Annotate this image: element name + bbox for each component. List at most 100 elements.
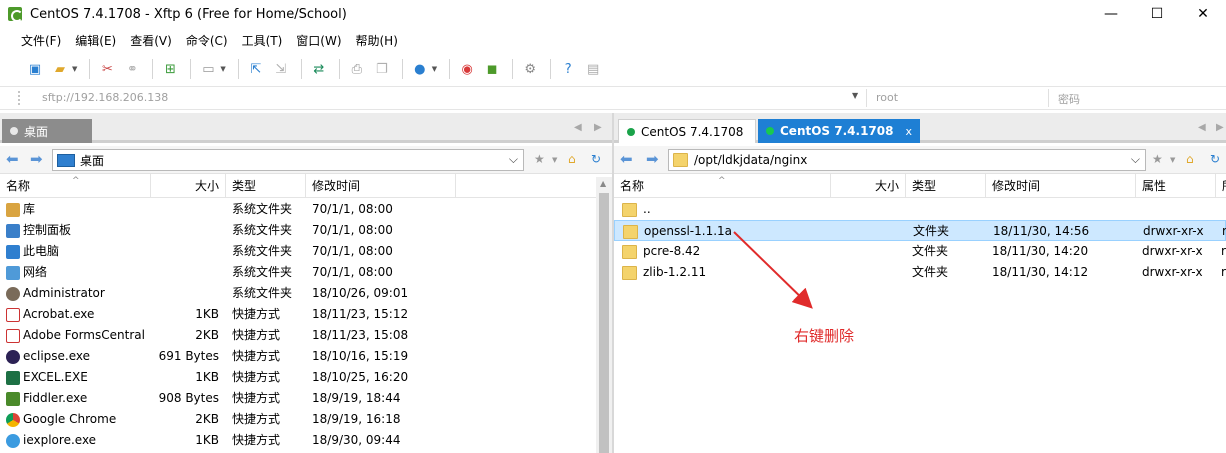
bookmark-star-icon[interactable]: ★ <box>1152 152 1163 166</box>
table-row[interactable]: pcre-8.42 文件夹 18/11/30, 14:20 drwxr-xr-x r <box>614 241 1226 262</box>
tab-scroll-right-icon[interactable]: ▶ <box>1216 122 1224 133</box>
menu-command[interactable]: 命令(C) <box>179 28 235 54</box>
table-row[interactable]: Fiddler.exe 908 Bytes 快捷方式 18/9/19, 18:44 <box>0 388 612 409</box>
column-modified[interactable]: 修改时间 <box>986 174 1136 198</box>
refresh-icon[interactable]: ↻ <box>1210 152 1220 166</box>
menu-window[interactable]: 窗口(W) <box>289 28 348 54</box>
table-row[interactable]: iexplore.exe 1KB 快捷方式 18/9/30, 09:44 <box>0 430 612 451</box>
address-separator <box>866 89 867 107</box>
column-attributes[interactable]: 属性 <box>1136 174 1216 198</box>
local-scrollbar[interactable]: ▲ <box>596 177 612 453</box>
transfer-window-icon[interactable]: ▭ <box>197 58 219 80</box>
row-size: 2KB <box>195 328 219 342</box>
path-dropdown-icon[interactable]: ⌵ <box>1131 152 1140 167</box>
bookmark-dropdown-icon[interactable]: ▼ <box>1170 156 1175 164</box>
tab-scroll-left-icon[interactable]: ◀ <box>574 122 582 133</box>
path-dropdown-icon[interactable]: ⌵ <box>509 152 518 167</box>
row-name: openssl-1.1.1a <box>623 221 828 242</box>
upload-icon[interactable]: ⇱ <box>245 58 267 80</box>
column-type[interactable]: 类型 <box>226 174 306 198</box>
network-icon <box>6 265 20 280</box>
row-modified <box>992 199 1132 220</box>
settings-gear-icon[interactable]: ⚙ <box>519 58 541 80</box>
toolbar-separator <box>449 59 451 79</box>
menu-help[interactable]: 帮助(H) <box>349 28 405 54</box>
home-folder-icon[interactable]: ⌂ <box>568 152 576 166</box>
bookmark-dropdown-icon[interactable]: ▼ <box>552 156 557 164</box>
reconnect-icon[interactable]: ⚭ <box>121 58 143 80</box>
disconnect-icon[interactable]: ✂ <box>96 58 118 80</box>
table-row[interactable]: 网络 系统文件夹 70/1/1, 08:00 <box>0 262 612 283</box>
table-row[interactable]: 此电脑 系统文件夹 70/1/1, 08:00 <box>0 241 612 262</box>
new-session-icon[interactable]: ▣ <box>24 58 46 80</box>
new-tab-icon[interactable]: ⊞ <box>159 58 181 80</box>
row-name: 库 <box>6 199 151 220</box>
close-button[interactable]: ✕ <box>1180 0 1226 28</box>
table-row[interactable]: Acrobat.exe 1KB 快捷方式 18/11/23, 15:12 <box>0 304 612 325</box>
table-row[interactable]: 控制面板 系统文件夹 70/1/1, 08:00 <box>0 220 612 241</box>
sync-icon[interactable]: ⇄ <box>308 58 330 80</box>
print-icon[interactable]: ⎙ <box>346 58 368 80</box>
table-row[interactable]: zlib-1.2.11 文件夹 18/11/30, 14:12 drwxr-xr-x r <box>614 262 1226 283</box>
table-row[interactable]: Administrator 系统文件夹 18/10/26, 09:01 <box>0 283 612 304</box>
back-arrow-icon[interactable]: ⬅ <box>6 150 19 168</box>
open-dropdown-icon[interactable]: ▼ <box>72 65 77 73</box>
table-row[interactable]: Adobe FormsCentral 2KB 快捷方式 18/11/23, 15:08 <box>0 325 612 346</box>
menu-file[interactable]: 文件(F) <box>14 28 68 54</box>
host-input[interactable]: sftp://192.168.206.138 <box>42 91 168 104</box>
column-name[interactable]: 名称 ^ <box>614 174 831 198</box>
column-size[interactable]: 大小 <box>151 174 226 198</box>
help-icon[interactable]: ? <box>557 58 579 80</box>
open-folder-icon[interactable]: ▰ <box>49 58 71 80</box>
scrollbar-thumb[interactable] <box>599 193 609 453</box>
row-type: 文件夹 <box>913 224 950 238</box>
tab-centos-1[interactable]: CentOS 7.4.1708 <box>618 119 756 143</box>
menu-view[interactable]: 查看(V) <box>123 28 179 54</box>
bookmark-star-icon[interactable]: ★ <box>534 152 545 166</box>
remote-path-input[interactable]: /opt/ldkjdata/nginx ⌵ <box>668 149 1146 171</box>
menu-tools[interactable]: 工具(T) <box>235 28 290 54</box>
chat-icon[interactable]: ▤ <box>582 58 604 80</box>
row-modified: 70/1/1, 08:00 <box>312 265 393 279</box>
scroll-up-icon[interactable]: ▲ <box>600 179 606 188</box>
tab-scroll-right-icon[interactable]: ▶ <box>594 122 602 133</box>
host-dropdown-icon[interactable]: ▼ <box>852 91 858 100</box>
ie-icon <box>6 433 20 448</box>
table-row[interactable]: .. <box>614 199 1226 220</box>
globe-icon[interactable]: ● <box>409 58 431 80</box>
minimize-button[interactable]: — <box>1088 0 1134 28</box>
password-input[interactable]: 密码 <box>1058 91 1080 107</box>
menu-edit[interactable]: 编辑(E) <box>68 28 123 54</box>
tab-desktop[interactable]: 桌面 <box>2 119 92 143</box>
copy-icon[interactable]: ❐ <box>371 58 393 80</box>
column-owner[interactable]: 所 <box>1216 174 1226 198</box>
table-row[interactable]: eclipse.exe 691 Bytes 快捷方式 18/10/16, 15:19 <box>0 346 612 367</box>
home-folder-icon[interactable]: ⌂ <box>1186 152 1194 166</box>
row-type: 快捷方式 <box>232 370 281 384</box>
local-path-input[interactable]: 桌面 ⌵ <box>52 149 524 171</box>
column-type[interactable]: 类型 <box>906 174 986 198</box>
username-input[interactable]: root <box>876 91 898 104</box>
column-size[interactable]: 大小 <box>831 174 906 198</box>
address-separator <box>1048 89 1049 107</box>
globe-dropdown-icon[interactable]: ▼ <box>432 65 437 73</box>
xshell-icon[interactable]: ◉ <box>456 58 478 80</box>
tab-scroll-left-icon[interactable]: ◀ <box>1198 122 1206 133</box>
tab-close-icon[interactable]: x <box>905 125 912 138</box>
column-name[interactable]: 名称 ^ <box>0 174 151 198</box>
refresh-icon[interactable]: ↻ <box>591 152 601 166</box>
transfer-dropdown-icon[interactable]: ▼ <box>220 65 225 73</box>
maximize-button[interactable]: ☐ <box>1134 0 1180 28</box>
table-row[interactable]: 库 系统文件夹 70/1/1, 08:00 <box>0 199 612 220</box>
back-arrow-icon[interactable]: ⬅ <box>620 150 633 168</box>
table-row[interactable]: EXCEL.EXE 1KB 快捷方式 18/10/25, 16:20 <box>0 367 612 388</box>
tab-centos-2[interactable]: CentOS 7.4.1708 x <box>758 119 920 143</box>
forward-arrow-icon[interactable]: ➡ <box>646 150 659 168</box>
table-row[interactable]: openssl-1.1.1a 文件夹 18/11/30, 14:56 drwxr-xr… <box>614 220 1226 241</box>
remote-tabstrip: CentOS 7.4.1708 CentOS 7.4.1708 x ◀ ▶ <box>614 113 1226 143</box>
column-modified[interactable]: 修改时间 <box>306 174 456 198</box>
table-row[interactable]: Google Chrome 2KB 快捷方式 18/9/19, 16:18 <box>0 409 612 430</box>
download-icon[interactable]: ⇲ <box>270 58 292 80</box>
forward-arrow-icon[interactable]: ➡ <box>30 150 43 168</box>
xftp-icon[interactable]: ◼ <box>481 58 503 80</box>
